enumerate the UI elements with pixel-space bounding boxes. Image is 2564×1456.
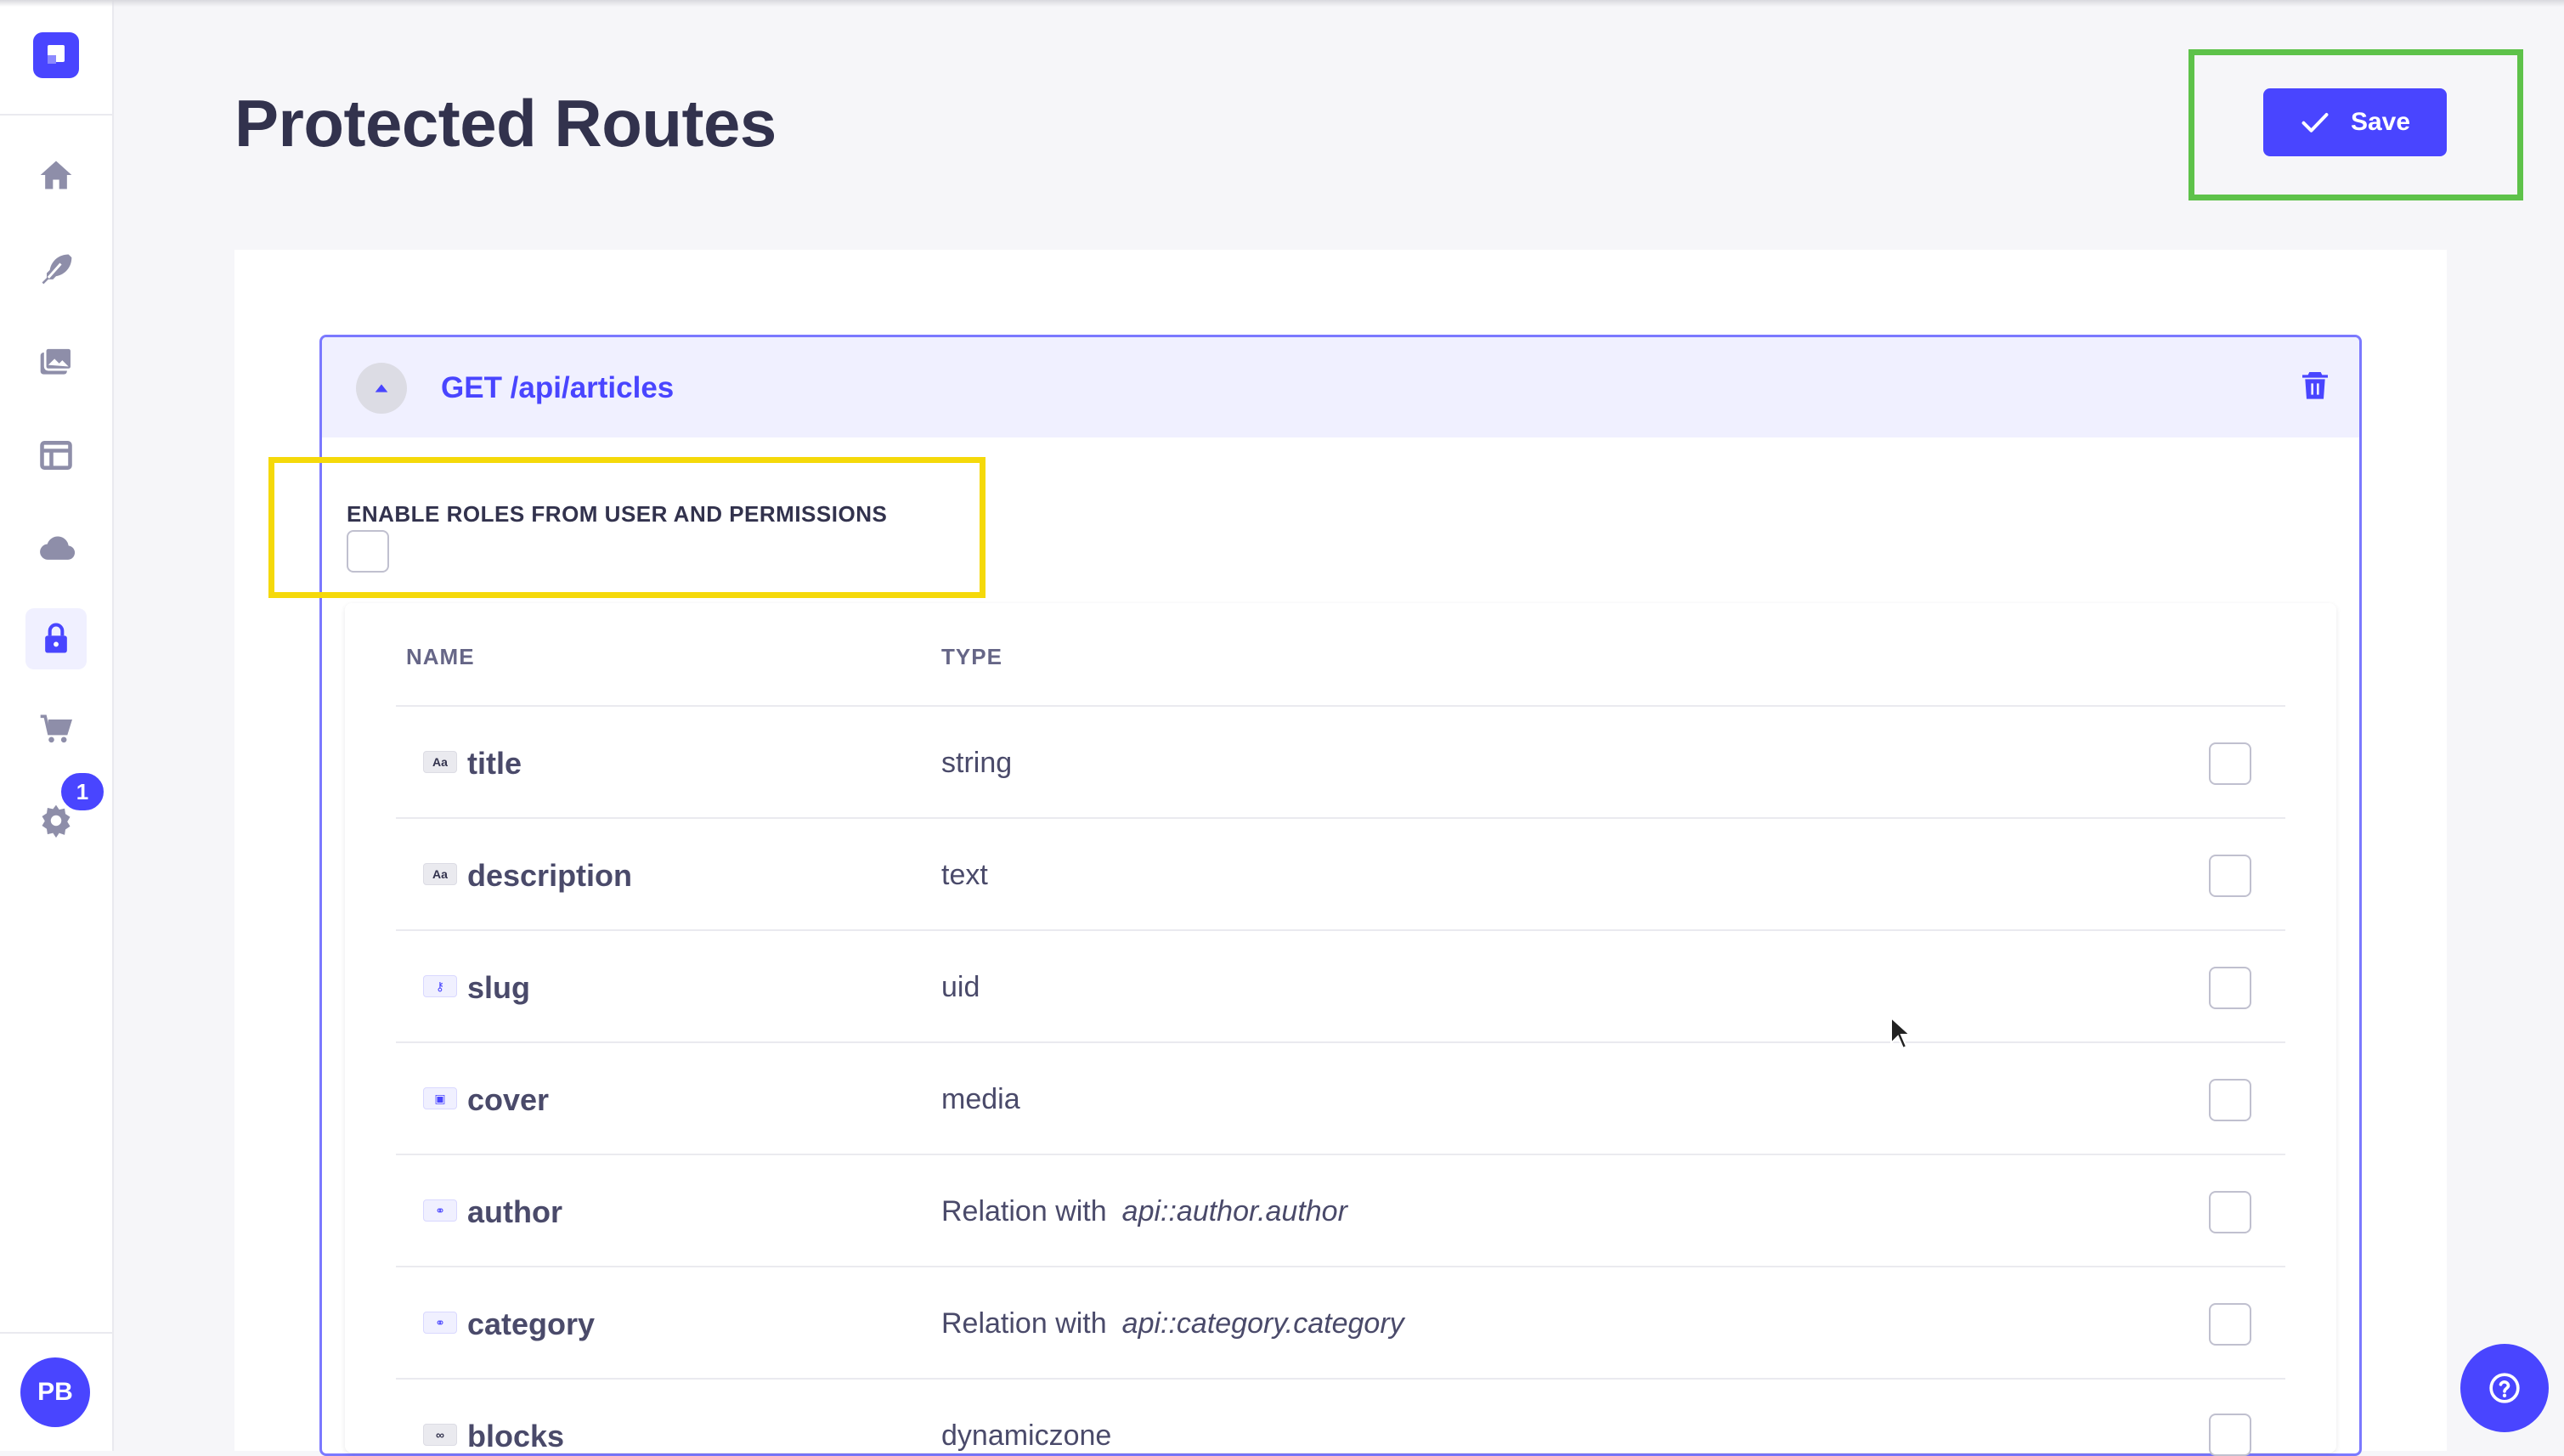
field-checkbox[interactable] bbox=[2209, 967, 2251, 1009]
field-name: description bbox=[467, 858, 633, 893]
field-checkbox[interactable] bbox=[2209, 1079, 2251, 1121]
row-divider bbox=[396, 929, 2285, 931]
field-checkbox[interactable] bbox=[2209, 1303, 2251, 1346]
save-button[interactable]: Save bbox=[2263, 88, 2447, 156]
route-accordion-header[interactable]: GET /api/articles bbox=[322, 337, 2359, 437]
trash-icon[interactable] bbox=[2298, 368, 2332, 402]
sidebar-divider bbox=[0, 114, 114, 116]
column-header-type: TYPE bbox=[941, 644, 1002, 669]
field-type: text bbox=[941, 859, 988, 891]
user-avatar[interactable]: PB bbox=[20, 1357, 90, 1427]
field-checkbox[interactable] bbox=[2209, 855, 2251, 897]
cloud-icon bbox=[40, 536, 75, 560]
field-name: slug bbox=[467, 970, 531, 1005]
check-icon bbox=[2301, 113, 2329, 133]
field-name: category bbox=[467, 1306, 596, 1341]
relation-target: api::category.category bbox=[1121, 1307, 1404, 1340]
media-library-icon bbox=[40, 347, 73, 375]
help-button[interactable] bbox=[2460, 1344, 2549, 1432]
row-divider bbox=[396, 817, 2285, 819]
relation-icon: ⚭ bbox=[423, 1199, 457, 1222]
sidebar-item-protected-routes[interactable] bbox=[25, 608, 87, 669]
sidebar-item-marketplace[interactable] bbox=[25, 698, 87, 759]
lock-icon bbox=[45, 623, 67, 653]
settings-notification-badge: 1 bbox=[58, 770, 107, 814]
field-name: blocks bbox=[467, 1419, 565, 1453]
roles-highlight-box bbox=[268, 457, 986, 598]
collapse-button[interactable] bbox=[356, 363, 407, 414]
layout-icon bbox=[40, 441, 72, 470]
relation-target: api::author.author bbox=[1121, 1195, 1347, 1227]
home-icon bbox=[40, 161, 72, 189]
field-type: string bbox=[941, 747, 1013, 779]
row-divider bbox=[396, 1154, 2285, 1155]
row-divider bbox=[396, 1266, 2285, 1267]
top-shadow bbox=[0, 0, 2564, 7]
relation-prefix: Relation with bbox=[941, 1195, 1107, 1227]
field-type: uid bbox=[941, 971, 980, 1003]
header-divider bbox=[396, 705, 2285, 707]
save-button-label: Save bbox=[2350, 108, 2411, 136]
text-icon: Aa bbox=[423, 863, 457, 885]
route-title: GET /api/articles bbox=[441, 371, 675, 404]
row-divider bbox=[396, 1378, 2285, 1380]
field-type: Relation with api::author.author bbox=[941, 1195, 1347, 1228]
field-type: Relation with api::category.category bbox=[941, 1307, 1404, 1340]
field-name: author bbox=[467, 1194, 562, 1229]
field-checkbox[interactable] bbox=[2209, 1414, 2251, 1456]
key-icon: ⚷ bbox=[423, 975, 457, 997]
field-name: title bbox=[467, 746, 522, 781]
sidebar-divider bbox=[0, 1332, 114, 1334]
field-checkbox[interactable] bbox=[2209, 1191, 2251, 1233]
field-name: cover bbox=[467, 1082, 550, 1117]
row-divider bbox=[396, 1041, 2285, 1043]
column-header-name: NAME bbox=[406, 644, 475, 669]
relation-icon: ⚭ bbox=[423, 1312, 457, 1334]
page-title: Protected Routes bbox=[234, 86, 777, 161]
sidebar-item-layout[interactable] bbox=[25, 425, 87, 486]
relation-prefix: Relation with bbox=[941, 1307, 1107, 1340]
enable-roles-label: ENABLE ROLES FROM USER AND PERMISSIONS bbox=[347, 501, 888, 527]
cart-icon bbox=[40, 714, 72, 743]
caret-up-icon bbox=[375, 384, 388, 392]
field-type: media bbox=[941, 1083, 1020, 1115]
sidebar-item-content-type-builder[interactable] bbox=[25, 238, 87, 299]
text-icon: Aa bbox=[423, 751, 457, 773]
field-checkbox[interactable] bbox=[2209, 742, 2251, 785]
sidebar: 1 PB bbox=[0, 0, 114, 1451]
image-icon: ▣ bbox=[423, 1087, 457, 1109]
sidebar-item-home[interactable] bbox=[25, 144, 87, 206]
question-icon bbox=[2489, 1373, 2520, 1403]
enable-roles-checkbox[interactable] bbox=[347, 530, 389, 573]
sidebar-item-cloud[interactable] bbox=[25, 518, 87, 579]
sidebar-item-media-library[interactable] bbox=[25, 331, 87, 392]
feather-icon bbox=[42, 254, 72, 285]
dynamic-zone-icon: ∞ bbox=[423, 1424, 457, 1446]
field-type: dynamiczone bbox=[941, 1419, 1112, 1452]
mouse-cursor-icon bbox=[1890, 1016, 1912, 1050]
app-logo[interactable] bbox=[33, 32, 79, 78]
